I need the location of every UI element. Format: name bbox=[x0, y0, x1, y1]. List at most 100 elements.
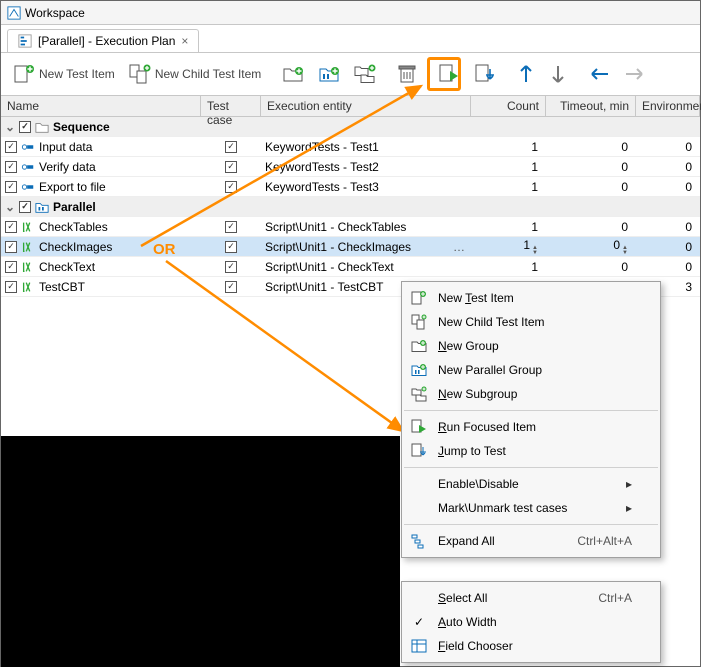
checkbox[interactable]: ✓ bbox=[5, 261, 17, 273]
new-test-item-button[interactable]: New Test Item bbox=[9, 60, 119, 88]
timeout-cell: 0 bbox=[546, 160, 636, 174]
menu-run-focused-item[interactable]: Run Focused Item bbox=[402, 415, 660, 439]
parallel-plus-icon bbox=[411, 362, 427, 378]
move-up-button[interactable] bbox=[513, 60, 539, 88]
spinner-icon[interactable]: ▲▼ bbox=[622, 246, 628, 256]
timeout-cell: 0 bbox=[546, 180, 636, 194]
checkbox[interactable]: ✓ bbox=[5, 181, 17, 193]
menu-new-child-test-item[interactable]: New Child Test Item bbox=[402, 310, 660, 334]
script-icon bbox=[21, 220, 35, 234]
grid-header: Name Test case Execution entity Count Ti… bbox=[1, 95, 700, 117]
execution-plan-icon bbox=[18, 34, 32, 48]
menu-label: Expand All bbox=[438, 534, 495, 548]
subgroup-plus-icon bbox=[411, 386, 427, 402]
group-label: Parallel bbox=[53, 200, 96, 214]
count-cell: 1 bbox=[471, 160, 546, 174]
trash-icon bbox=[397, 63, 417, 85]
checkbox[interactable]: ✓ bbox=[5, 241, 17, 253]
menu-label: New Parallel Group bbox=[438, 363, 542, 377]
new-child-test-item-label: New Child Test Item bbox=[155, 67, 261, 81]
column-test-case[interactable]: Test case bbox=[201, 96, 261, 116]
timeout-cell[interactable]: 0▲▼ bbox=[546, 238, 636, 256]
table-row[interactable]: ✓Input data ✓ KeywordTests - Test1 1 0 0 bbox=[1, 137, 700, 157]
menu-field-chooser[interactable]: Field Chooser bbox=[402, 634, 660, 658]
run-focused-item-button[interactable] bbox=[434, 60, 464, 88]
group-row-parallel[interactable]: ⌄ ✓ Parallel bbox=[1, 197, 700, 217]
menu-auto-width[interactable]: ✓Auto Width bbox=[402, 610, 660, 634]
column-timeout[interactable]: Timeout, min bbox=[546, 96, 636, 116]
column-count[interactable]: Count bbox=[471, 96, 546, 116]
jump-to-test-button[interactable] bbox=[470, 60, 500, 88]
checkbox[interactable]: ✓ bbox=[225, 281, 237, 293]
toolbar-separator bbox=[271, 61, 272, 87]
checkbox[interactable]: ✓ bbox=[225, 181, 237, 193]
checkbox[interactable]: ✓ bbox=[225, 161, 237, 173]
arrow-up-icon bbox=[517, 63, 535, 85]
table-row[interactable]: ✓CheckText ✓ Script\Unit1 - CheckText 1 … bbox=[1, 257, 700, 277]
env-cell: 0 bbox=[636, 180, 700, 194]
item-label: CheckImages bbox=[39, 240, 112, 254]
checkbox[interactable]: ✓ bbox=[5, 281, 17, 293]
menu-label: Jump to Test bbox=[438, 444, 506, 458]
new-child-test-item-icon bbox=[411, 314, 427, 330]
outdent-button[interactable] bbox=[584, 62, 614, 86]
indent-button[interactable] bbox=[620, 62, 650, 86]
context-menu-2: Select AllCtrl+A ✓Auto Width Field Choos… bbox=[401, 581, 661, 663]
menu-new-test-item[interactable]: New Test Item bbox=[402, 286, 660, 310]
spinner-icon[interactable]: ▲▼ bbox=[532, 246, 538, 256]
toolbar-separator bbox=[427, 61, 428, 87]
menu-new-parallel-group[interactable]: New Parallel Group bbox=[402, 358, 660, 382]
checkbox[interactable]: ✓ bbox=[19, 201, 31, 213]
folder-icon bbox=[35, 120, 49, 134]
collapse-icon[interactable]: ⌄ bbox=[5, 200, 15, 214]
checkbox[interactable]: ✓ bbox=[225, 141, 237, 153]
new-subgroup-button[interactable] bbox=[350, 60, 380, 88]
table-row[interactable]: ✓CheckTables ✓ Script\Unit1 - CheckTable… bbox=[1, 217, 700, 237]
new-group-button[interactable] bbox=[278, 60, 308, 88]
new-parallel-group-button[interactable] bbox=[314, 60, 344, 88]
menu-label: New Test Item bbox=[438, 291, 514, 305]
checkbox[interactable]: ✓ bbox=[5, 141, 17, 153]
env-cell: 0 bbox=[636, 260, 700, 274]
menu-mark-unmark[interactable]: Mark\Unmark test cases▸ bbox=[402, 496, 660, 520]
checkbox[interactable]: ✓ bbox=[225, 241, 237, 253]
menu-enable-disable[interactable]: Enable\Disable▸ bbox=[402, 472, 660, 496]
checkbox[interactable]: ✓ bbox=[225, 261, 237, 273]
checkbox[interactable]: ✓ bbox=[19, 121, 31, 133]
table-row-selected[interactable]: ✓CheckImages ✓ Script\Unit1 - CheckImage… bbox=[1, 237, 700, 257]
env-cell: 0 bbox=[636, 160, 700, 174]
column-name[interactable]: Name bbox=[1, 96, 201, 116]
menu-new-group[interactable]: New Group bbox=[402, 334, 660, 358]
tab-execution-plan[interactable]: [Parallel] - Execution Plan × bbox=[7, 29, 199, 52]
timeout-cell: 0 bbox=[546, 140, 636, 154]
env-cell: 0 bbox=[636, 220, 700, 234]
column-exec-entity[interactable]: Execution entity bbox=[261, 96, 471, 116]
workspace-icon bbox=[7, 6, 21, 20]
menu-label: Enable\Disable bbox=[438, 477, 519, 491]
delete-button[interactable] bbox=[393, 60, 421, 88]
group-row-sequence[interactable]: ⌄✓ Sequence bbox=[1, 117, 700, 137]
menu-jump-to-test[interactable]: Jump to Test bbox=[402, 439, 660, 463]
count-cell[interactable]: 1▲▼ bbox=[471, 238, 546, 256]
script-icon bbox=[21, 260, 35, 274]
ellipsis-button[interactable]: … bbox=[453, 240, 471, 254]
menu-label: Auto Width bbox=[438, 615, 497, 629]
close-icon[interactable]: × bbox=[181, 34, 188, 48]
menu-new-subgroup[interactable]: New Subgroup bbox=[402, 382, 660, 406]
collapse-icon[interactable]: ⌄ bbox=[5, 120, 15, 134]
menu-select-all[interactable]: Select AllCtrl+A bbox=[402, 586, 660, 610]
new-child-test-item-icon bbox=[129, 63, 151, 85]
checkbox[interactable]: ✓ bbox=[5, 221, 17, 233]
menu-expand-all[interactable]: Expand AllCtrl+Alt+A bbox=[402, 529, 660, 553]
menu-label: Select All bbox=[438, 591, 487, 605]
new-child-test-item-button[interactable]: New Child Test Item bbox=[125, 60, 265, 88]
checkbox[interactable]: ✓ bbox=[5, 161, 17, 173]
column-env[interactable]: Environments bbox=[636, 96, 700, 116]
checkbox[interactable]: ✓ bbox=[225, 221, 237, 233]
item-label: TestCBT bbox=[39, 280, 85, 294]
keyword-test-icon bbox=[21, 140, 35, 154]
table-row[interactable]: ✓Export to file ✓ KeywordTests - Test3 1… bbox=[1, 177, 700, 197]
table-row[interactable]: ✓Verify data ✓ KeywordTests - Test2 1 0 … bbox=[1, 157, 700, 177]
move-down-button[interactable] bbox=[545, 60, 571, 88]
item-label: Export to file bbox=[39, 180, 106, 194]
